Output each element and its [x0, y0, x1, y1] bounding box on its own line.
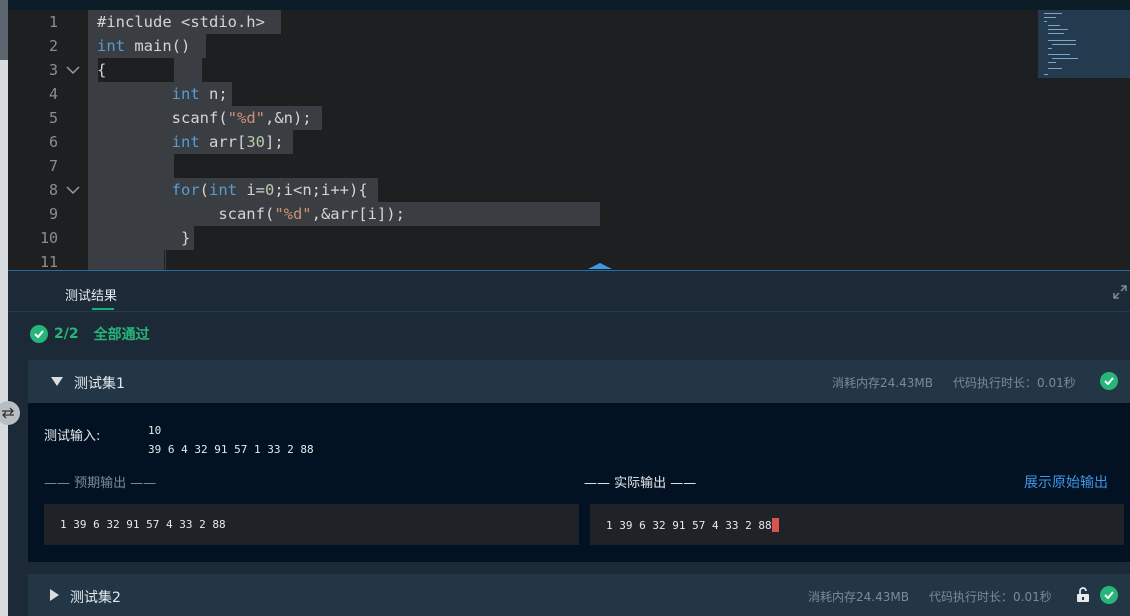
memory-usage: 消耗内存24.43MB — [832, 376, 933, 390]
selection-block — [88, 154, 174, 178]
code-line[interactable]: int n; — [97, 82, 228, 106]
code-line[interactable]: scanf("%d",&n); — [97, 106, 312, 130]
line-number: 2 — [48, 37, 58, 55]
line-number: 7 — [48, 157, 58, 175]
test-results-panel: 测试结果 2/2 全部通过 测试集1 消耗内存24.43MB 代码执行时长：0.… — [8, 271, 1130, 616]
minimap[interactable] — [1038, 10, 1130, 78]
input-label: 测试输入: — [44, 429, 101, 444]
pass-status-text: 全部通过 — [93, 327, 150, 343]
expected-output-label: —— 预期输出 —— — [44, 476, 157, 491]
code-token: #include <stdio.h> — [97, 13, 265, 31]
code-token: ;i<n;i++){ — [274, 181, 368, 199]
actual-output-box: 1 39 6 32 91 57 4 33 2 88 — [590, 504, 1124, 545]
actual-output-label: —— 实际输出 —— — [584, 476, 697, 491]
selection-block — [88, 250, 164, 270]
code-token: int — [171, 85, 200, 103]
code-line[interactable]: { — [97, 58, 106, 82]
code-token: 30 — [246, 133, 265, 151]
code-line[interactable]: } — [97, 226, 190, 250]
line-number: 11 — [39, 253, 58, 270]
line-number: 9 — [48, 205, 58, 223]
code-token: "%d" — [274, 205, 312, 223]
input-line: 10 — [148, 424, 162, 437]
line-number: 1 — [48, 13, 58, 31]
test-set-2[interactable]: 测试集2 消耗内存24.43MB 代码执行时长：0.01秒 — [28, 574, 1130, 616]
code-token: main() — [125, 37, 191, 55]
unlock-icon — [1077, 587, 1089, 602]
show-raw-output-link[interactable]: 展示原始输出 — [1024, 472, 1108, 492]
test-set-title: 测试集2 — [70, 590, 121, 606]
code-editor[interactable]: 1 2 3 4 5 6 7 8 9 10 11 #include <stdio.… — [8, 0, 1130, 270]
code-token: arr[ — [199, 133, 247, 151]
left-strip-top — [0, 0, 8, 60]
code-token: ,&arr[i]); — [311, 205, 405, 223]
code-token: scanf( — [97, 109, 228, 127]
code-token: scanf( — [97, 205, 275, 223]
test-set-1: 测试集1 消耗内存24.43MB 代码执行时长：0.01秒 测试输入: 10 3… — [28, 360, 1130, 562]
tab-separator — [8, 311, 1130, 312]
check-circle-icon — [30, 325, 48, 343]
code-token: n; — [199, 85, 228, 103]
expand-icon[interactable] — [1112, 284, 1128, 300]
memory-usage: 消耗内存24.43MB — [808, 590, 909, 604]
collapse-triangle-icon[interactable] — [51, 377, 63, 386]
line-number: 5 — [48, 109, 58, 127]
test-set-header[interactable]: 测试集1 消耗内存24.43MB 代码执行时长：0.01秒 — [28, 360, 1130, 403]
code-token: { — [97, 61, 107, 79]
expand-triangle-icon[interactable] — [50, 589, 59, 601]
expected-output-text: 1 39 6 32 91 57 4 33 2 88 — [60, 518, 226, 531]
code-line[interactable]: #include <stdio.h> — [97, 10, 265, 34]
code-token: 0 — [265, 181, 275, 199]
code-token: int — [171, 133, 200, 151]
editor-top-bar — [8, 0, 1130, 10]
text-caret — [771, 518, 779, 532]
passed-count: 2/2 — [54, 326, 79, 342]
expected-output-box: 1 39 6 32 91 57 4 33 2 88 — [44, 504, 579, 545]
selection-block — [174, 58, 202, 82]
input-line: 39 6 4 32 91 57 1 33 2 88 — [148, 443, 314, 456]
code-token: ,&n); — [264, 109, 312, 127]
code-token: for — [171, 181, 200, 199]
test-set-title: 测试集1 — [74, 376, 125, 392]
code-line[interactable]: int arr[30]; — [97, 130, 284, 154]
pass-summary: 2/2 全部通过 — [30, 324, 150, 344]
line-number: 8 — [48, 181, 58, 199]
check-circle-icon — [1100, 372, 1118, 390]
code-token: "%d" — [227, 109, 265, 127]
execution-time: 代码执行时长：0.01秒 — [953, 376, 1076, 390]
line-number: 4 — [48, 85, 58, 103]
line-number-gutter: 1 2 3 4 5 6 7 8 9 10 11 — [8, 10, 88, 270]
code-token: i= — [237, 181, 265, 199]
code-line[interactable]: for(int i=0;i<n;i++){ — [97, 178, 368, 202]
line-number: 3 — [48, 61, 58, 79]
line-number: 6 — [48, 133, 58, 151]
fold-chevron-icon[interactable] — [66, 178, 82, 202]
left-strip — [0, 0, 8, 616]
line-number: 10 — [39, 229, 58, 247]
fold-chevron-icon[interactable] — [66, 58, 82, 82]
actual-output-text: 1 39 6 32 91 57 4 33 2 88 — [606, 519, 772, 532]
check-circle-icon — [1100, 586, 1118, 604]
code-line[interactable]: int main() — [97, 34, 190, 58]
actual-output-value: 1 39 6 32 91 57 4 33 2 88 — [606, 518, 779, 532]
code-token: ( — [199, 181, 209, 199]
code-token: ]; — [265, 133, 284, 151]
tab-test-results[interactable]: 测试结果 — [65, 285, 117, 304]
code-token: } — [97, 229, 191, 247]
code-token: int — [97, 37, 125, 55]
code-token: int — [209, 181, 237, 199]
active-tab-indicator — [92, 308, 114, 310]
execution-time: 代码执行时长：0.01秒 — [929, 590, 1052, 604]
code-line[interactable]: scanf("%d",&arr[i]); — [97, 202, 405, 226]
